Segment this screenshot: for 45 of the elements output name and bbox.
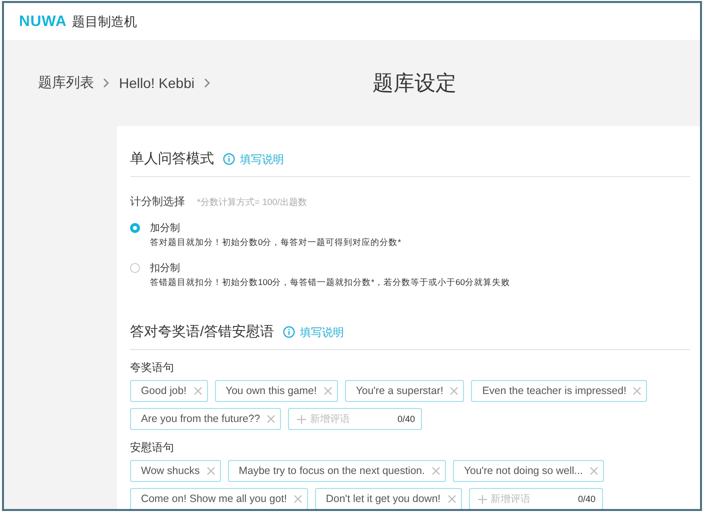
group-label: 安慰语句: [130, 440, 175, 455]
phrase-text: You own this game!: [226, 385, 317, 397]
radio-button[interactable]: [130, 223, 140, 233]
phrase-text: Wow shucks: [141, 465, 200, 477]
section-title: 答对夸奖语/答错安慰语: [130, 323, 274, 341]
radio-button[interactable]: [130, 263, 140, 273]
phrase-text: Don't let it get you down!: [326, 493, 441, 505]
breadcrumb-link[interactable]: 题库列表: [38, 74, 94, 92]
field-label: 计分制选择: [130, 195, 185, 209]
close-icon[interactable]: [450, 387, 458, 395]
phrase-text: You're not doing so well...: [464, 465, 583, 477]
formula-note: *分数计算方式= 100/出题数: [197, 196, 307, 209]
close-icon[interactable]: [294, 495, 302, 503]
chevron-right-icon: [103, 78, 110, 88]
plus-icon: [297, 414, 306, 424]
option-description: 答对题目就加分！初始分数0分，每答对一题可得到对应的分数*: [150, 237, 402, 249]
char-counter: 0/40: [398, 414, 416, 424]
info-icon: [282, 326, 295, 338]
close-icon[interactable]: [194, 387, 202, 395]
section-title: 单人问答模式: [130, 150, 214, 168]
app-name: 题目制造机: [72, 12, 137, 30]
phrase-text: You're a superstar!: [356, 385, 444, 397]
option-description: 答错题目就扣分！初始分数100分，每答错一题就扣分数*，若分数等于或小于60分就算失败: [150, 277, 510, 289]
phrase-text: Even the teacher is impressed!: [482, 385, 626, 397]
group-label: 夸奖语句: [130, 361, 175, 375]
phrase-text: Come on! Show me all you got!: [141, 493, 287, 505]
phrase-text: Are you from the future??: [141, 413, 260, 425]
phrase-text: Good job!: [141, 385, 187, 397]
page-title: 题库设定: [372, 71, 456, 97]
option-label: 加分制: [150, 222, 181, 235]
logo: NUWA: [19, 13, 67, 30]
info-icon: [223, 153, 235, 165]
option-label: 扣分制: [150, 262, 181, 275]
phrase-text: Maybe try to focus on the next question.: [238, 465, 425, 477]
close-icon[interactable]: [324, 387, 332, 395]
close-icon[interactable]: [267, 415, 276, 423]
close-icon[interactable]: [590, 467, 598, 475]
char-counter: 0/40: [578, 494, 596, 504]
close-icon[interactable]: [432, 467, 440, 475]
breadcrumb-link[interactable]: Hello! Kebbi: [119, 75, 194, 91]
close-icon[interactable]: [206, 467, 215, 475]
plus-icon: [478, 494, 487, 504]
chevron-right-icon: [204, 78, 210, 88]
close-icon[interactable]: [448, 495, 456, 503]
close-icon[interactable]: [633, 387, 642, 395]
